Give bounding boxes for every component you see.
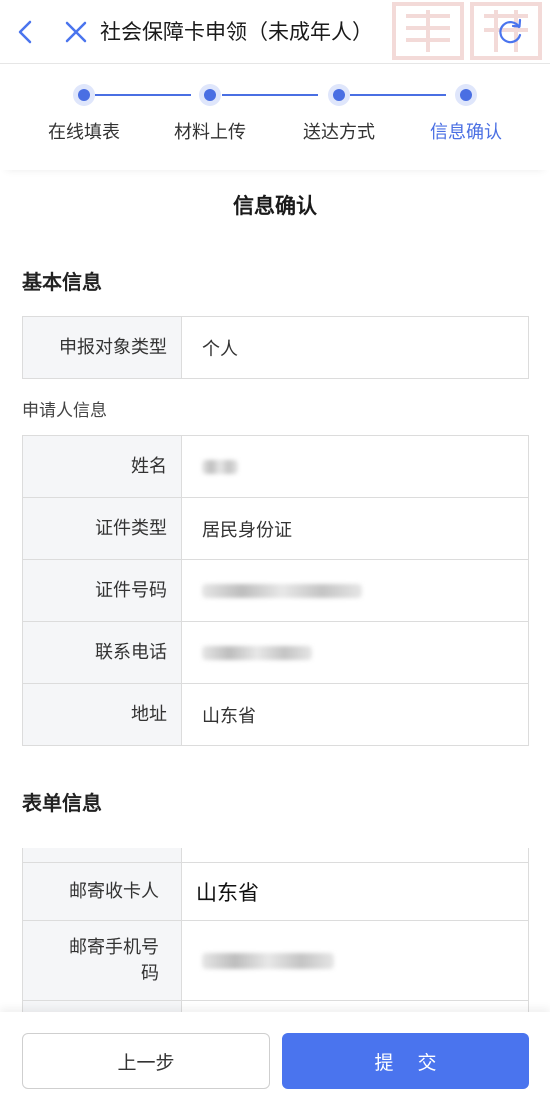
table-row: 证件号码 — [23, 560, 528, 622]
step-label-delivery-method: 送达方式 — [303, 122, 375, 143]
redacted-mail-phone — [202, 952, 334, 969]
redacted-id-number — [202, 583, 362, 598]
step-connector — [95, 94, 191, 96]
table-row: 姓名 — [23, 436, 528, 498]
table-row: 地址 山东省 — [23, 684, 528, 746]
row-value: 山东省 — [196, 880, 259, 905]
basic-info-table: 申报对象类型 个人 — [22, 316, 529, 379]
footer-bar: 上一步 提交 — [0, 1012, 550, 1107]
row-label: 姓名 — [23, 436, 182, 497]
section-title-applicant-info: 申请人信息 — [22, 401, 107, 421]
row-value-redacted — [182, 622, 528, 683]
row-label: 申报对象类型 — [23, 317, 182, 378]
submit-button[interactable]: 提交 — [282, 1033, 529, 1089]
form-info-table: 邮寄收卡人 山东省 邮寄手机号码 — [22, 848, 529, 1020]
row-value: 居民身份证 — [202, 519, 292, 541]
close-icon — [65, 21, 87, 43]
content-heading: 信息确认 — [233, 194, 317, 218]
row-label: 邮寄收卡人 — [23, 863, 182, 920]
progress-stepper: 在线填表 材料上传 送达方式 信息确认 — [0, 64, 550, 170]
step-connector — [222, 94, 318, 96]
step-label-online-form: 在线填表 — [48, 122, 120, 143]
row-value-redacted — [182, 436, 528, 497]
table-row: 邮寄手机号码 — [23, 920, 528, 1000]
refresh-icon — [499, 18, 522, 44]
navigation-bar: 社会保障卡申领（未成年人） — [0, 0, 550, 64]
table-row-partial — [23, 848, 528, 862]
step-dot-1 — [73, 84, 95, 106]
table-row: 证件类型 居民身份证 — [23, 498, 528, 560]
applicant-info-table: 姓名 证件类型 居民身份证 证件号码 联系电话 地址 山东省 — [22, 435, 529, 746]
step-label-material-upload: 材料上传 — [174, 122, 246, 143]
refresh-button[interactable] — [492, 14, 528, 50]
step-dot-4 — [455, 84, 477, 106]
row-label-partial — [23, 848, 182, 862]
page-title: 社会保障卡申领（未成年人） — [100, 20, 373, 44]
close-button[interactable] — [58, 14, 94, 50]
row-label: 证件号码 — [23, 560, 182, 621]
row-label: 邮寄手机号码 — [23, 921, 182, 1000]
row-label: 联系电话 — [23, 622, 182, 683]
row-value: 山东省 — [202, 705, 256, 727]
previous-step-button[interactable]: 上一步 — [22, 1033, 270, 1089]
section-title-form-info: 表单信息 — [22, 791, 102, 815]
row-value-redacted — [182, 560, 528, 621]
row-value: 个人 — [202, 338, 238, 360]
step-label-info-confirm: 信息确认 — [430, 122, 502, 143]
step-dot-2 — [199, 84, 221, 106]
table-row: 申报对象类型 个人 — [23, 317, 528, 379]
redacted-phone — [202, 645, 312, 660]
section-title-basic-info: 基本信息 — [22, 270, 102, 294]
row-label: 证件类型 — [23, 498, 182, 559]
step-connector — [350, 94, 446, 96]
row-label: 地址 — [23, 684, 182, 745]
back-arrow-icon — [18, 20, 32, 44]
table-row: 联系电话 — [23, 622, 528, 684]
row-value-redacted — [182, 921, 528, 1000]
redacted-name — [202, 459, 238, 474]
row-value-partial — [182, 848, 528, 862]
table-row: 邮寄收卡人 山东省 — [23, 862, 528, 920]
step-dot-3 — [328, 84, 350, 106]
back-button[interactable] — [8, 14, 44, 50]
